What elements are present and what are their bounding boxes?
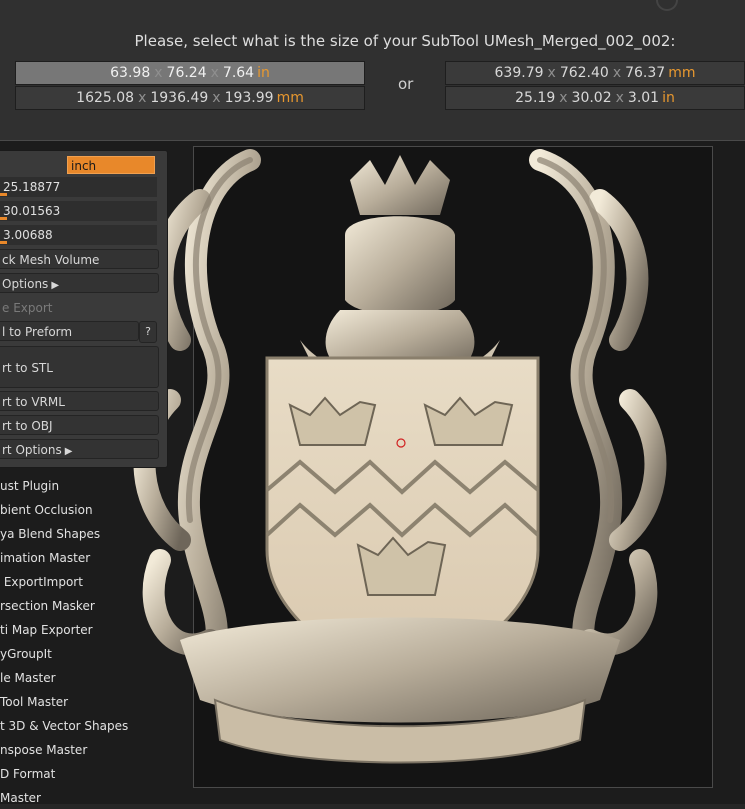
- dim-c: 193.99: [224, 90, 274, 106]
- export-options-button[interactable]: rt Options ▶: [0, 439, 159, 459]
- plugin-item[interactable]: t 3D & Vector Shapes: [0, 715, 128, 737]
- plugin-item[interactable]: le Master: [0, 667, 56, 689]
- unit-label: in: [662, 90, 675, 106]
- plugin-item[interactable]: nspose Master: [0, 739, 87, 761]
- unit-selector[interactable]: inch: [67, 156, 155, 174]
- plugin-item[interactable]: D Format: [0, 763, 55, 785]
- x-size-value: 25.18877: [3, 180, 61, 194]
- dim-b: 76.24: [166, 65, 207, 81]
- dim-b: 762.40: [559, 65, 609, 81]
- y-size-value: 30.01563: [3, 204, 61, 218]
- plugin-item[interactable]: Master: [0, 787, 41, 809]
- close-icon[interactable]: [652, 0, 682, 14]
- options-button[interactable]: Options ▶: [0, 273, 159, 293]
- options-label: Options: [2, 277, 49, 291]
- plugin-item[interactable]: rsection Masker: [0, 595, 95, 617]
- dim-a: 639.79: [494, 65, 544, 81]
- dim-c: 3.01: [627, 90, 660, 106]
- dim-b: 1936.49: [150, 90, 209, 106]
- unit-label: mm: [668, 65, 696, 81]
- plugin-item[interactable]: Tool Master: [0, 691, 68, 713]
- option-mm-small[interactable]: 639.79 x 762.40 x 76.37 mm: [445, 61, 745, 85]
- slider-fill: [0, 193, 7, 196]
- or-label: or: [398, 75, 414, 93]
- check-mesh-volume-button[interactable]: ck Mesh Volume: [0, 249, 159, 269]
- slider-fill: [0, 217, 7, 220]
- size-selection-dialog: Please, select what is the size of your …: [0, 0, 745, 141]
- export-obj-button[interactable]: rt to OBJ: [0, 415, 159, 435]
- plugin-item[interactable]: imation Master: [0, 547, 90, 569]
- option-mm-large[interactable]: 1625.08 x 1936.49 x 193.99 mm: [15, 86, 365, 110]
- z-size-value: 3.00688: [3, 228, 53, 242]
- option-in-small[interactable]: 25.19 x 30.02 x 3.01 in: [445, 86, 745, 110]
- dim-b: 30.02: [571, 90, 612, 106]
- help-button[interactable]: ?: [139, 321, 157, 343]
- dim-a: 25.19: [515, 90, 556, 106]
- sep: x: [612, 65, 622, 81]
- export-vrml-button[interactable]: rt to VRML: [0, 391, 159, 411]
- sep: x: [138, 90, 147, 106]
- unit-label: in: [257, 65, 270, 81]
- dim-a: 63.98: [110, 65, 151, 81]
- export-options-label: rt Options: [2, 443, 62, 457]
- sep: x: [615, 90, 624, 106]
- slider-fill: [0, 241, 7, 244]
- plugin-item[interactable]: ti Map Exporter: [0, 619, 93, 641]
- x-size-slider[interactable]: 25.18877: [0, 177, 157, 197]
- option-in-large[interactable]: 63.98 x 76.24 x 7.64 in: [15, 61, 365, 85]
- dim-c: 76.37: [625, 65, 666, 81]
- plugin-item[interactable]: ust Plugin: [0, 475, 59, 497]
- expand-triangle-icon: ▶: [51, 280, 60, 291]
- sep: x: [210, 65, 219, 81]
- y-size-slider[interactable]: 30.01563: [0, 201, 157, 221]
- plugin-item[interactable]: bient Occlusion: [0, 499, 93, 521]
- to-preform-button[interactable]: l to Preform: [0, 321, 139, 341]
- export-label: e Export: [2, 301, 53, 315]
- dialog-prompt: Please, select what is the size of your …: [134, 32, 676, 50]
- dim-c: 7.64: [222, 65, 255, 81]
- expand-triangle-icon: ▶: [64, 446, 73, 457]
- sep: x: [559, 90, 568, 106]
- unit-label: mm: [276, 90, 304, 106]
- export-stl-button[interactable]: rt to STL: [0, 346, 159, 388]
- sep: x: [547, 65, 556, 81]
- z-size-slider[interactable]: 3.00688: [0, 225, 157, 245]
- plugin-item[interactable]: ExportImport: [0, 571, 83, 593]
- dim-a: 1625.08: [76, 90, 135, 106]
- export-panel: inch 25.18877 30.01563 3.00688 ck Mesh V…: [0, 150, 168, 468]
- plugin-item[interactable]: ya Blend Shapes: [0, 523, 100, 545]
- plugin-item[interactable]: yGroupIt: [0, 643, 52, 665]
- sep: x: [154, 65, 163, 81]
- sep: x: [212, 90, 221, 106]
